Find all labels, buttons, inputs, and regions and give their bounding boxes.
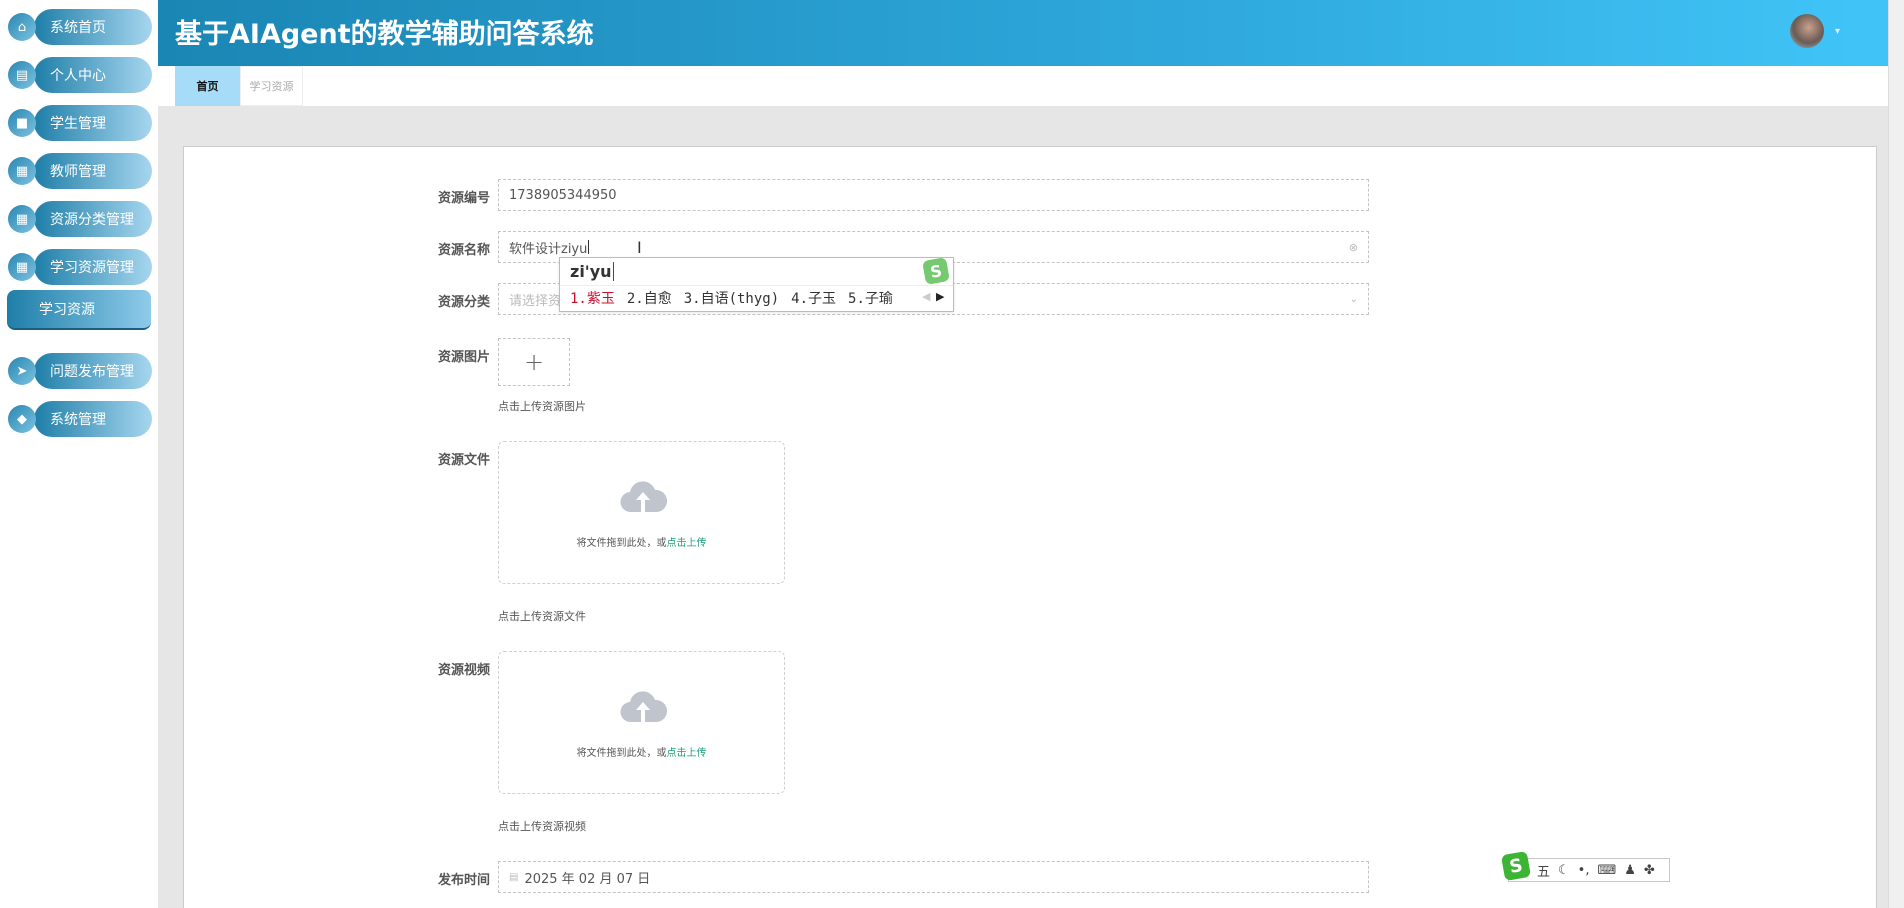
sidebar-item-label: 问题发布管理 [34,353,152,389]
sidebar-item-label: 教师管理 [34,153,152,189]
resource-id-input[interactable]: 1738905344950 [498,179,1369,211]
file-caption: 点击上传资源文件 [498,610,586,623]
resource-category-label: 资源分类 [437,295,490,310]
sidebar-item-label: 个人中心 [34,57,152,93]
grid-icon: ▦ [8,253,36,281]
file-upload-link[interactable]: 点击上传 [667,538,707,549]
ime-toolbar: S 五 ☾ •, ⌨ ♟ ✤ [1500,850,1670,882]
next-page-icon[interactable]: ▶ [936,290,944,303]
image-upload-button[interactable]: + [498,338,570,386]
user-icon[interactable]: ♟ [1624,863,1636,878]
half-width-moon-icon[interactable]: ☾ [1558,863,1570,878]
sidebar-item-label: 学习资源管理 [34,249,152,285]
sidebar-subitem-learning-resources[interactable]: 学习资源 [7,290,151,330]
resource-id-value: 1738905344950 [509,187,617,203]
upload-cloud-icon [620,481,667,513]
header: 基于AIAgent的教学辅助问答系统 ▾ [158,0,1904,66]
calendar-icon: ▤ [509,871,519,883]
sidebar: ⌂ 系统首页 ▤ 个人中心 ■ 学生管理 ▦ 教师管理 ▦ 资源分类管理 ▦ 学习资源管理 … [0,0,158,908]
sidebar-item-home[interactable]: ⌂ 系统首页 [8,9,152,45]
home-icon: ⌂ [8,13,36,41]
video-upload-dropzone[interactable]: 将文件拖到此处，或点击上传 [498,651,785,794]
page-title: 基于AIAgent的教学辅助问答系统 [175,19,594,50]
ime-composition: zi'yu [570,262,614,281]
text-cursor [588,240,590,254]
file-upload-dropzone[interactable]: 将文件拖到此处，或点击上传 [498,441,785,584]
input-mode-wubi[interactable]: 五 [1537,861,1550,880]
profile-icon: ▤ [8,61,36,89]
text-cursor-icon: I [637,238,642,257]
sidebar-item-profile[interactable]: ▤ 个人中心 [8,57,152,93]
category-placeholder: 请选择资 [509,293,562,309]
sidebar-item-label: 资源分类管理 [34,201,152,237]
tab-learning-resources[interactable]: 学习资源 [240,66,303,106]
sidebar-item-label: 系统管理 [34,401,152,437]
publish-date-label: 发布时间 [437,873,490,888]
toolbox-icon[interactable]: ✤ [1644,863,1655,878]
punctuation-icon[interactable]: •, [1578,863,1590,878]
settings-icon: ◆ [8,405,36,433]
keyboard-icon[interactable]: ⌨ [1597,863,1616,878]
upload-cloud-icon [620,691,667,723]
ime-candidate[interactable]: 1.紫玉 [570,291,615,307]
video-upload-link[interactable]: 点击上传 [667,748,707,759]
sidebar-item-label: 系统首页 [34,9,152,45]
sidebar-item-system[interactable]: ◆ 系统管理 [8,401,152,437]
ime-candidate[interactable]: 2.自愈 [627,291,672,307]
image-caption: 点击上传资源图片 [498,400,586,413]
publish-date-input[interactable]: ▤ 2025 年 02 月 07 日 [498,861,1369,893]
resource-name-value: 软件设计ziyu [509,241,588,257]
sidebar-item-label: 学生管理 [34,105,152,141]
plus-icon: + [523,348,545,376]
briefcase-icon: ■ [8,109,36,137]
resource-video-label: 资源视频 [437,663,490,678]
video-caption: 点击上传资源视频 [498,820,586,833]
video-drop-text: 将文件拖到此处，或点击上传 [576,748,707,759]
tab-home[interactable]: 首页 [175,66,240,106]
ime-candidate[interactable]: 4.子玉 [791,291,836,307]
scrollbar[interactable] [1888,0,1904,908]
sidebar-item-questions[interactable]: ➤ 问题发布管理 [8,353,152,389]
file-drop-text: 将文件拖到此处，或点击上传 [576,538,707,549]
prev-page-icon[interactable]: ◀ [922,290,930,303]
sidebar-item-teachers[interactable]: ▦ 教师管理 [8,153,152,189]
ime-candidates: 1.紫玉 2.自愈 3.自语(thyg) 4.子玉 5.子瑜 [570,288,905,308]
sidebar-item-learning-resources-mgmt[interactable]: ▦ 学习资源管理 [8,249,152,285]
resource-file-label: 资源文件 [437,453,490,468]
resource-image-label: 资源图片 [437,350,490,365]
resource-name-label: 资源名称 [437,243,490,258]
ime-candidate[interactable]: 5.子瑜 [848,291,893,307]
ime-candidate[interactable]: 3.自语(thyg) [684,291,779,307]
ime-candidate-window: zi'yu S 1.紫玉 2.自愈 3.自语(thyg) 4.子玉 5.子瑜 ◀ ▶ [559,257,954,312]
send-icon: ➤ [8,357,36,385]
sogou-logo-icon: S [922,257,950,285]
resource-id-label: 资源编号 [437,191,490,206]
sogou-logo-icon[interactable]: S [1500,850,1532,882]
grid-icon: ▦ [8,205,36,233]
sidebar-item-students[interactable]: ■ 学生管理 [8,105,152,141]
chevron-down-icon[interactable]: ▾ [1835,26,1840,37]
sidebar-item-resource-category[interactable]: ▦ 资源分类管理 [8,201,152,237]
avatar[interactable] [1790,14,1824,48]
publish-date-value: 2025 年 02 月 07 日 [524,871,651,887]
tab-bar: 首页 学习资源 [158,66,1888,106]
grid-icon: ▦ [8,157,36,185]
clear-icon[interactable]: ⊗ [1349,241,1358,254]
chevron-down-icon: ⌄ [1349,293,1358,305]
